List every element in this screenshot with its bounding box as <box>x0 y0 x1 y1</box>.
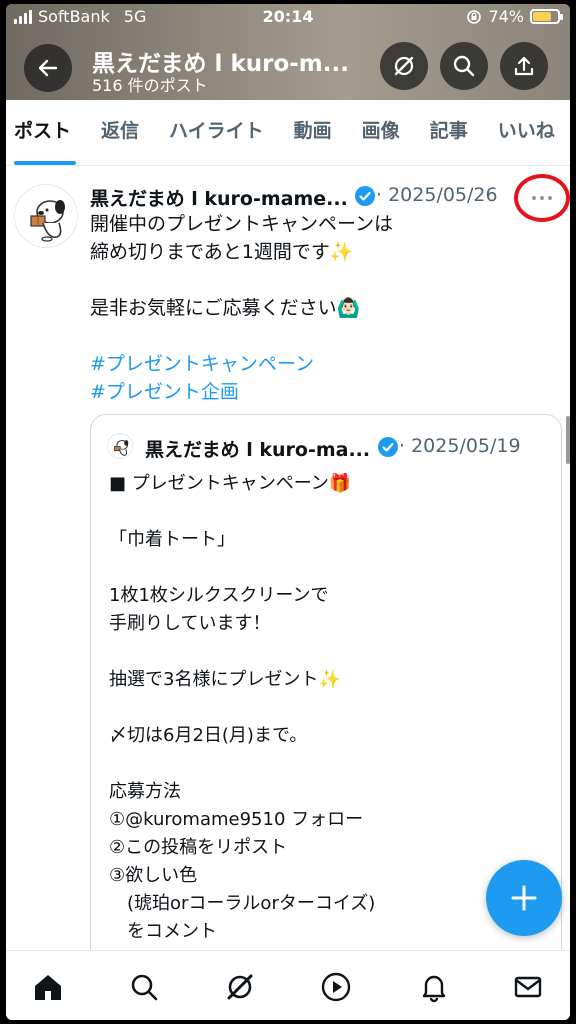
arrow-left-icon <box>38 59 58 77</box>
search-icon <box>453 55 475 77</box>
orientation-lock-icon <box>467 9 482 24</box>
post-line <box>90 266 393 294</box>
quote-line <box>109 694 375 722</box>
quote-author-name: 黒えだまめ l kuro-ma... <box>145 439 371 461</box>
quote-date-value: 2025/05/19 <box>411 435 521 457</box>
plus-icon <box>511 885 537 911</box>
bottom-nav <box>6 950 570 1020</box>
grok-icon <box>227 974 253 1000</box>
nav-messages[interactable] <box>510 969 546 1005</box>
post-line: 開催中のプレゼントキャンペーンは <box>90 213 394 235</box>
quote-line: ■ プレゼントキャンペーン🎁 <box>109 473 352 494</box>
quote-line: 応募方法 <box>109 781 181 802</box>
quote-line <box>109 498 375 526</box>
post-line: 締め切りまであと1週間です✨ <box>90 241 354 263</box>
tab-images[interactable]: 画像 <box>347 100 415 165</box>
dog-mascot-icon <box>114 439 129 456</box>
grok-button[interactable] <box>380 42 428 90</box>
quote-line: をコメント <box>109 921 217 942</box>
nav-search[interactable] <box>126 969 162 1005</box>
post-date-value: 2025/05/26 <box>388 184 498 206</box>
profile-tabs: ポスト 返信 ハイライト 動画 画像 記事 いいね <box>6 100 570 166</box>
tab-replies[interactable]: 返信 <box>86 100 154 165</box>
quote-line <box>109 554 375 582</box>
home-icon <box>35 975 61 1000</box>
post-author-name[interactable]: 黒えだまめ l kuro-mame... <box>90 184 348 211</box>
avatar[interactable] <box>14 184 78 248</box>
quote-line: 〆切は6月2日(月)まで。 <box>109 725 308 746</box>
nav-home[interactable] <box>30 969 66 1005</box>
quote-line: 手刷りしています！ <box>109 613 271 634</box>
hashtag-link[interactable]: #プレゼントキャンペーン <box>90 350 393 378</box>
tab-posts[interactable]: ポスト <box>6 100 86 165</box>
tab-videos[interactable]: 動画 <box>279 100 347 165</box>
quote-line <box>109 638 375 666</box>
tab-articles[interactable]: 記事 <box>415 100 483 165</box>
nav-grok[interactable] <box>222 969 258 1005</box>
post-count: 516 件のポスト <box>92 76 208 95</box>
nav-notifications[interactable] <box>416 969 452 1005</box>
scrollbar[interactable] <box>566 416 570 464</box>
search-button[interactable] <box>440 42 488 90</box>
notifications-icon <box>422 975 446 1003</box>
video-icon <box>321 972 351 1002</box>
grok-icon <box>394 56 414 76</box>
quote-line: ①@kuromame9510 フォロー <box>109 809 364 830</box>
quote-text: ■ プレゼントキャンペーン🎁 「巾着トート」 1枚1枚シルクスクリーンで 手刷り… <box>109 470 375 946</box>
nav-video[interactable] <box>318 969 354 1005</box>
quote-avatar <box>107 433 133 459</box>
hashtag-link[interactable]: #プレゼント企画 <box>90 378 393 406</box>
status-bar: SoftBank 5G 20:14 74% <box>6 4 570 30</box>
battery-icon <box>530 9 563 24</box>
share-icon <box>514 56 534 76</box>
post-line: 是非お気軽にご応募ください🙆🏻‍♂️ <box>90 297 361 319</box>
back-button[interactable] <box>24 44 72 92</box>
quote-line: ③欲しい色 <box>109 865 198 886</box>
post-text: 開催中のプレゼントキャンペーンは 締め切りまであと1週間です✨ 是非お気軽にご応… <box>90 210 393 406</box>
quote-line: (琥珀orコーラルorターコイズ) <box>109 893 376 914</box>
quote-line <box>109 750 375 778</box>
post-date[interactable]: · 2025/05/26 <box>376 184 498 206</box>
share-button[interactable] <box>500 42 548 90</box>
more-dots-icon <box>532 196 536 200</box>
quoted-post[interactable]: 黒えだまめ l kuro-ma... · 2025/05/19 ■ プレゼントキ… <box>90 414 562 1020</box>
search-icon <box>131 974 158 1001</box>
quote-date: · 2025/05/19 <box>399 435 521 457</box>
more-options-button[interactable] <box>514 174 570 222</box>
verified-badge-icon <box>354 185 376 211</box>
messages-icon <box>514 976 542 998</box>
quote-line: ②この投稿をリポスト <box>109 837 288 858</box>
quote-line: 1枚1枚シルクスクリーンで <box>109 585 329 606</box>
battery-percent: 74% <box>488 7 524 26</box>
quote-line: 抽選で3名様にプレゼント✨ <box>109 669 341 690</box>
screen: SoftBank 5G 20:14 74% 黒えだまめ l kuro-m... … <box>6 4 570 1020</box>
dog-mascot-icon <box>30 200 65 242</box>
tab-highlights[interactable]: ハイライト <box>154 100 279 165</box>
verified-badge-icon <box>377 436 399 462</box>
tab-likes[interactable]: いいね <box>483 100 570 165</box>
quote-line: 「巾着トート」 <box>109 529 235 550</box>
compose-post-button[interactable] <box>486 860 562 936</box>
profile-header: SoftBank 5G 20:14 74% 黒えだまめ l kuro-m... … <box>6 4 570 100</box>
post-line <box>90 322 393 350</box>
